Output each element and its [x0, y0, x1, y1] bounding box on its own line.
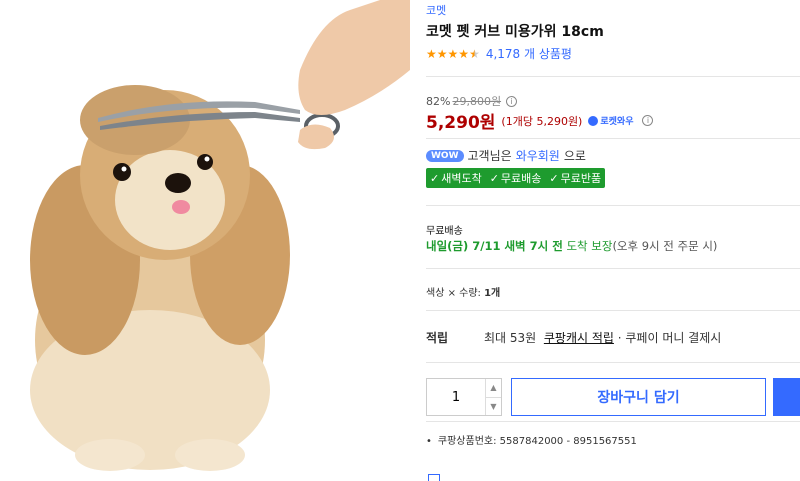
option-value: 1개: [484, 288, 501, 299]
sale-price: 5,290원: [426, 113, 496, 133]
unit-price: (1개당 5,290원): [501, 114, 583, 128]
product-number: 쿠팡상품번호: 5587842000 - 8951567551: [426, 432, 637, 447]
info-icon[interactable]: i: [506, 95, 518, 107]
arrival-guarantee: 도착 보장: [566, 239, 613, 253]
benefit-dawn-delivery: ✓ 새벽도착: [430, 171, 482, 186]
divider: [426, 205, 800, 206]
check-icon: ✓: [489, 171, 499, 185]
star-icon: ★: [458, 46, 470, 61]
half-star-icon: ★: [469, 46, 480, 61]
shipping-label: 무료배송: [426, 226, 463, 237]
benefit-free-return: ✓ 무료반품: [549, 171, 602, 186]
rocket-wow-badge: 로켓와우: [588, 114, 633, 127]
divider: [426, 421, 800, 422]
star-icon: ★: [426, 46, 437, 61]
divider: [426, 268, 800, 269]
original-price: 29,800원: [452, 95, 502, 108]
wow-badge: WOW: [426, 149, 464, 162]
star-rating: ★ ★ ★ ★ ★: [426, 48, 480, 60]
divider: [426, 310, 800, 311]
divider: [426, 138, 800, 139]
product-image[interactable]: [0, 0, 410, 481]
wow-text-before: 고객님은: [467, 149, 512, 163]
divider: [426, 362, 800, 363]
cash-condition: · 쿠페이 머니 결제시: [617, 331, 722, 345]
product-info-panel: 코멧 코멧 펫 커브 미용가위 18cm ★ ★ ★ ★ ★ 4,178 개 상…: [426, 0, 800, 481]
brand-link[interactable]: 코멧: [426, 2, 446, 18]
review-count-link[interactable]: 4,178 개 상품평: [486, 45, 572, 62]
chevron-up-icon[interactable]: ▲: [486, 379, 501, 397]
star-icon: ★: [447, 46, 459, 61]
buy-now-button[interactable]: [773, 378, 800, 416]
rocket-label: 로켓와우: [600, 117, 634, 127]
product-title: 코멧 펫 커브 미용가위 18cm: [426, 24, 604, 40]
benefit-free-shipping: ✓ 무료배송: [489, 171, 542, 186]
check-icon: ✓: [549, 171, 559, 185]
wow-benefits: ✓ 새벽도착 ✓ 무료배송 ✓ 무료반품: [426, 168, 606, 188]
divider: [426, 76, 800, 77]
option-summary: 색상 × 수량: 1개: [426, 284, 500, 299]
quantity-stepper: ▲ ▼: [426, 378, 502, 416]
discount-row: 82% 29,800원 i: [426, 93, 518, 109]
cash-max: 최대 53원: [484, 331, 537, 345]
wow-text-after: 으로: [563, 149, 586, 163]
quantity-arrows: ▲ ▼: [485, 379, 501, 415]
option-label: 색상 × 수량:: [426, 288, 481, 299]
price-row: 5,290원 (1개당 5,290원) 로켓와우 i: [426, 108, 654, 133]
wow-member-link[interactable]: 와우회원: [516, 147, 560, 164]
check-icon: ✓: [430, 171, 440, 185]
dog-scissors-photo: [30, 0, 410, 471]
checkbox[interactable]: [428, 474, 440, 481]
wow-member-row: WOW 고객님은 와우회원 으로: [426, 147, 586, 164]
info-icon[interactable]: i: [642, 115, 654, 126]
cash-reward-row: 적립 최대 53원 쿠팡캐시 적립 · 쿠페이 머니 결제시: [426, 329, 800, 346]
arrival-info: 내일(금) 7/11 새벽 7시 전 도착 보장(오후 9시 전 주문 시): [426, 238, 717, 254]
star-icon: ★: [436, 46, 448, 61]
arrival-date: 내일(금) 7/11 새벽 7시 전: [426, 239, 563, 253]
rocket-icon: [588, 115, 599, 126]
rating-row[interactable]: ★ ★ ★ ★ ★ 4,178 개 상품평: [426, 45, 572, 62]
discount-rate: 82%: [426, 94, 451, 108]
add-to-cart-button[interactable]: 장바구니 담기: [511, 378, 766, 416]
coupang-cash-link[interactable]: 쿠팡캐시 적립: [544, 329, 614, 346]
order-cutoff: (오후 9시 전 주문 시): [612, 239, 718, 253]
chevron-down-icon[interactable]: ▼: [486, 396, 501, 416]
cash-label: 적립: [426, 331, 449, 345]
quantity-input[interactable]: [427, 379, 485, 415]
